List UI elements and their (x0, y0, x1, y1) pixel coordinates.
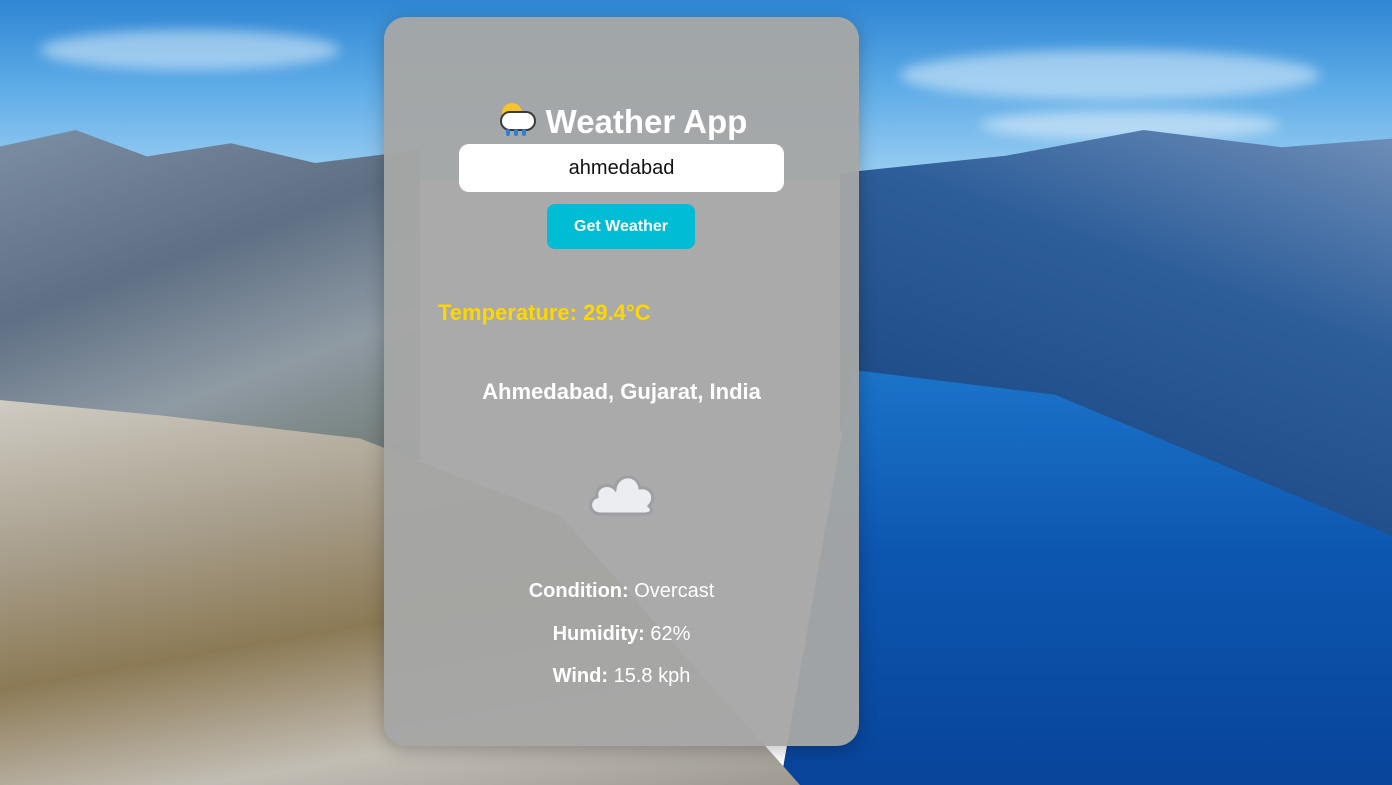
background-cloud (900, 50, 1320, 100)
cloud-icon (589, 475, 655, 516)
app-title: Weather App (384, 101, 859, 141)
temperature-readout: Temperature: 29.4°C (438, 300, 651, 326)
condition-value: Overcast (634, 580, 715, 602)
humidity-value: 62% (650, 623, 691, 645)
temperature-value: 29.4°C (583, 300, 651, 325)
app-title-text: Weather App (545, 103, 748, 140)
humidity-label: Humidity: (552, 623, 645, 645)
condition-row: Condition: Overcast (384, 580, 859, 603)
weather-card: Weather App Get Weather Temperature: 29.… (384, 17, 859, 746)
sun-behind-rain-cloud-icon (496, 101, 536, 139)
get-weather-button[interactable]: Get Weather (547, 204, 695, 249)
location-name: Ahmedabad, Gujarat, India (482, 379, 761, 404)
app-root: Weather App Get Weather Temperature: 29.… (0, 0, 1392, 785)
city-search-input[interactable] (459, 144, 784, 192)
wind-row: Wind: 15.8 kph (384, 665, 859, 688)
background-cloud (40, 30, 340, 70)
humidity-row: Humidity: 62% (384, 623, 859, 646)
wind-label: Wind: (552, 665, 609, 687)
condition-label: Condition: (528, 580, 629, 602)
wind-value: 15.8 kph (613, 665, 691, 687)
temperature-label: Temperature: (438, 300, 577, 325)
